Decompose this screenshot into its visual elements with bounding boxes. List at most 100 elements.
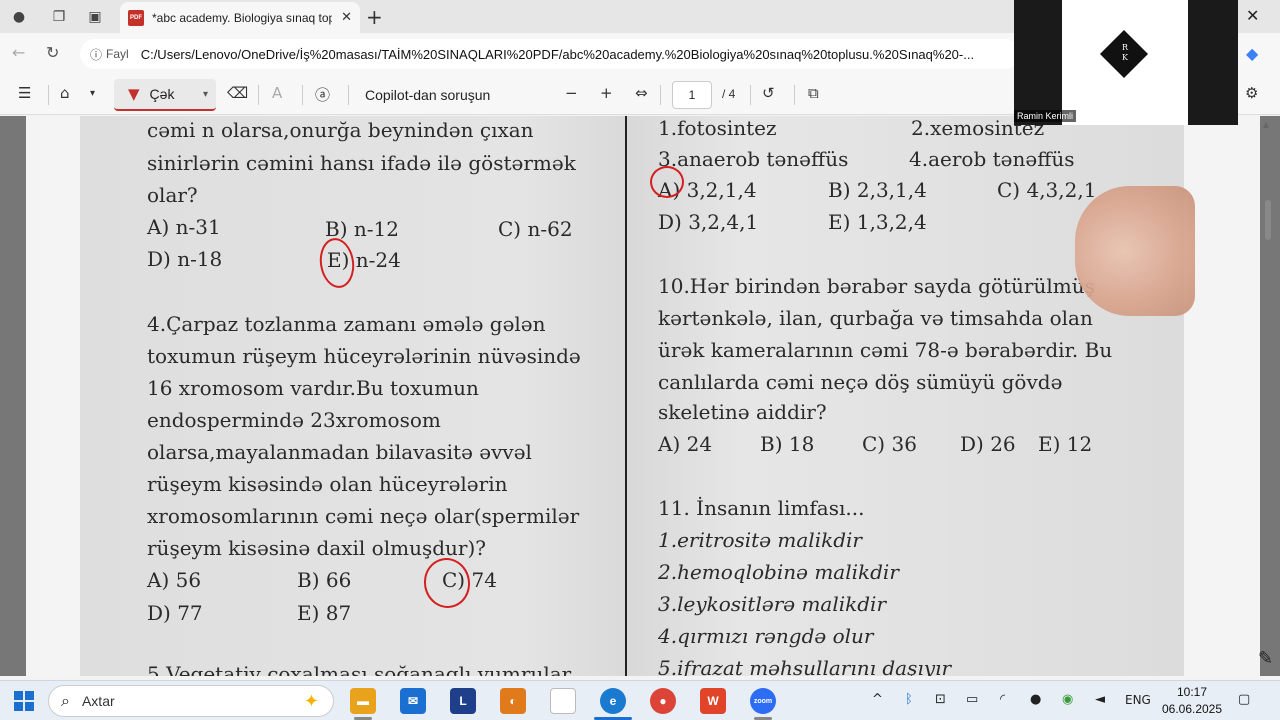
rotate-icon[interactable]: ↺ <box>762 84 775 102</box>
info-icon[interactable]: ⓘ <box>90 46 102 63</box>
zoom-in-icon[interactable]: + <box>600 84 613 102</box>
text-line: 2.hemoqlobinə malikdir <box>658 560 899 584</box>
file-explorer-icon[interactable]: ▬ <box>350 688 376 714</box>
text-line: 5.ifrazat məhsullarını daşıyır <box>658 656 951 676</box>
text-line: olarsa,mayalanmadan bilavasitə əvvəl <box>147 440 532 464</box>
zoom-icon[interactable]: zoom <box>750 688 776 714</box>
copilot-icon[interactable]: ◆ <box>1246 44 1258 63</box>
text-line: sinirlərin cəmini hansı ifadə ilə göstər… <box>147 151 576 175</box>
text-line: xromosomlarının cəmi neçə olar(spermilər <box>147 504 580 528</box>
finger-in-photo <box>1075 186 1195 316</box>
answer-option: C) n-62 <box>498 217 573 241</box>
highlight-chevron-icon[interactable]: ▾ <box>90 88 95 99</box>
text-line: toxumun rüşeym hüceyrələrinin nüvəsində <box>147 344 581 368</box>
translate-icon[interactable]: ⓐ <box>315 84 330 105</box>
page-number-input[interactable]: 1 <box>672 81 712 109</box>
url-text[interactable]: C:/Users/Lenovo/OneDrive/İş%20masası/TAİ… <box>141 47 1011 62</box>
text-line: 10.Hər birindən bərabər sayda götürülmüş <box>658 274 1095 298</box>
brave-icon[interactable]: W <box>700 688 726 714</box>
text-line: 4.Çarpaz tozlanma zamanı əmələ gələn <box>147 312 546 336</box>
text-line: ürək kameralarının cəmi 78-ə bərabərdir.… <box>658 338 1113 362</box>
volume-icon[interactable]: ◄ <box>1095 692 1105 707</box>
text-line: cəmi n olarsa,onurğa beynindən çıxan <box>147 118 534 142</box>
answer-option: C) 36 <box>862 432 917 456</box>
show-hidden-icons[interactable]: ^ <box>872 692 883 707</box>
taskbar: ⌕ Axtar ✦ ▬ ✉ L ◐ e ● W zoom ^ ᛒ ⊡ ▭ ◜ ●… <box>0 680 1280 720</box>
answer-option: B) 2,3,1,4 <box>828 178 927 202</box>
text-line: 16 xromosom vardır.Bu toxumun <box>147 376 479 400</box>
settings-gear-icon[interactable]: ⚙ <box>1245 84 1258 102</box>
tab-pdf[interactable]: PDF *abc academy. Biologiya sınaq top ✕ <box>120 2 360 33</box>
highlight-icon[interactable]: ⌂ <box>60 84 70 102</box>
mail-icon[interactable]: ✉ <box>400 688 426 714</box>
text-line: 5.Vegetativ çoxalması soğanaqlı yumrular <box>147 662 572 676</box>
text-line: 4.aerob tənəffüs <box>909 147 1075 171</box>
bluetooth-icon[interactable]: ᛒ <box>905 692 913 707</box>
taskbar-search[interactable]: ⌕ Axtar ✦ <box>48 685 334 717</box>
notifications-icon[interactable]: ▢ <box>1238 692 1250 707</box>
app-icon[interactable]: ◐ <box>500 688 526 714</box>
window-close-icon[interactable]: ✕ <box>1246 6 1259 25</box>
chevron-down-icon[interactable]: ▾ <box>203 89 208 100</box>
draw-button[interactable]: ▼ Çək ▾ <box>114 79 216 111</box>
text-line: kərtənkələ, ilan, qurbağa və timsahda ol… <box>658 306 1093 330</box>
document-app-icon[interactable] <box>550 688 576 714</box>
separator <box>348 85 349 105</box>
text-line: 1.eritrositə malikdir <box>658 528 862 552</box>
answer-circle-mark <box>420 554 474 612</box>
vertical-scrollbar[interactable]: ▲ <box>1262 116 1274 676</box>
tab-title: *abc academy. Biologiya sınaq top <box>152 10 332 25</box>
refresh-icon[interactable]: ↻ <box>46 43 59 62</box>
text-line: rüşeym kisəsinə daxil olmuşdur)? <box>147 536 486 560</box>
microphone-icon[interactable]: ● <box>1030 692 1041 707</box>
answer-option: D) n-18 <box>147 247 223 271</box>
app-tray-icon[interactable]: ◉ <box>1062 692 1073 707</box>
language-indicator[interactable]: ENG <box>1125 693 1151 707</box>
pdf-viewer[interactable]: cəmi n olarsa,onurğa beynindən çıxan sin… <box>0 116 1280 676</box>
chrome-icon[interactable]: ● <box>650 688 676 714</box>
eraser-icon[interactable]: ⌫ <box>227 84 248 102</box>
separator <box>48 85 49 105</box>
pen-icon: ▼ <box>128 85 140 103</box>
meet-icon[interactable]: ⊡ <box>935 692 946 707</box>
url-field[interactable]: ⓘ Fayl C:/Users/Lenovo/OneDrive/İş%20mas… <box>80 39 1020 69</box>
start-button[interactable] <box>14 691 34 711</box>
scrollbar-thumb[interactable] <box>1265 200 1271 240</box>
text-line: olar? <box>147 183 198 207</box>
text-line: rüşeym kisəsində olan hüceyrələrin <box>147 472 508 496</box>
text-line: 11. İnsanın limfası... <box>658 496 865 520</box>
read-aloud-icon[interactable]: A <box>272 84 282 102</box>
text-line: 3.leykositlərə malikdir <box>658 592 887 616</box>
text-line: canlılarda cəmi neçə döş sümüyü gövdə <box>658 370 1063 394</box>
edge-icon[interactable]: e <box>600 688 626 714</box>
copilot-button[interactable]: Copilot-dan soruşun <box>365 87 490 103</box>
l-app-icon[interactable]: L <box>450 688 476 714</box>
text-line: 4.qırmızı rəngdə olur <box>658 624 874 648</box>
pdf-page: cəmi n olarsa,onurğa beynindən çıxan sin… <box>80 116 1184 676</box>
battery-icon[interactable]: ▭ <box>966 692 978 707</box>
back-icon[interactable]: ← <box>12 43 25 62</box>
pdf-icon: PDF <box>128 9 144 26</box>
new-tab-button[interactable]: + <box>366 5 383 29</box>
contents-icon[interactable]: ☰ <box>18 84 31 102</box>
logo-letters: RK <box>1121 43 1129 62</box>
clock[interactable]: 10:17 06.06.2025 <box>1152 684 1232 718</box>
vertical-tabs-icon[interactable]: ▣ <box>84 6 106 28</box>
time: 10:17 <box>1176 685 1208 699</box>
answer-circle-mark <box>316 235 358 291</box>
page-view-icon[interactable]: ⧉ <box>808 84 819 102</box>
fit-width-icon[interactable]: ⇔ <box>635 84 648 102</box>
tab-close-icon[interactable]: ✕ <box>341 10 352 25</box>
profile-icon[interactable]: ● <box>8 6 30 28</box>
answer-option: D) 3,2,4,1 <box>658 210 759 234</box>
workspaces-icon[interactable]: ❐ <box>48 6 70 28</box>
answer-option: B) 18 <box>760 432 815 456</box>
draw-pencil-icon[interactable]: ✎ <box>1258 648 1273 669</box>
text-line: 3.anaerob tənəffüs <box>658 147 849 171</box>
separator <box>258 85 259 105</box>
scroll-up-icon[interactable]: ▲ <box>1263 120 1269 129</box>
logo-card: RK <box>1062 0 1188 125</box>
zoom-out-icon[interactable]: − <box>565 84 578 102</box>
wifi-icon[interactable]: ◜ <box>1000 692 1005 707</box>
column-divider <box>625 116 627 676</box>
